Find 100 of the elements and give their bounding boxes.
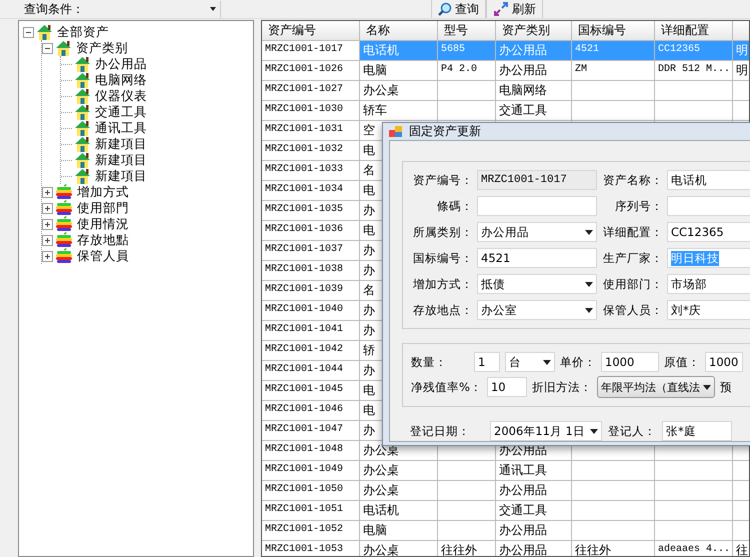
input-field[interactable] — [477, 196, 597, 216]
expand-icon[interactable] — [42, 218, 53, 230]
tree-item[interactable]: 资产类别 — [74, 40, 128, 56]
search-icon — [438, 2, 452, 16]
input-field[interactable]: 电话机 — [667, 170, 750, 190]
tree-item[interactable]: 仪器仪表 — [93, 88, 147, 104]
caret-icon — [585, 282, 593, 286]
diagonal-arrows-icon — [493, 1, 509, 17]
input-field[interactable]: 1 — [474, 352, 500, 372]
table-cell[interactable]: 往往外 — [438, 541, 496, 556]
field-label: 预 — [720, 380, 732, 394]
column-header[interactable]: 资产编号 — [262, 21, 360, 40]
search-button[interactable]: 查询 — [431, 0, 486, 18]
caret-icon — [210, 7, 216, 11]
field-label: 條碼： — [436, 198, 473, 214]
table-cell[interactable]: 通讯工具 — [496, 461, 572, 480]
date-picker[interactable]: 2006年11月 1日 — [490, 421, 602, 441]
column-header[interactable]: 名称 — [360, 21, 438, 40]
tree-item[interactable]: 电脑网络 — [93, 72, 147, 88]
field-label: 登记日期： — [410, 424, 471, 438]
column-header[interactable]: 型号 — [438, 21, 496, 40]
collapse-icon[interactable] — [23, 26, 34, 38]
field-label: 资产名称： — [602, 172, 663, 188]
input-field[interactable]: 10 — [486, 377, 527, 397]
caret-icon — [590, 428, 598, 434]
field-label: 保管人员： — [602, 302, 663, 318]
house-icon — [55, 40, 72, 56]
field-label: 使用部门： — [602, 276, 663, 292]
table-cell[interactable]: 轿车 — [360, 101, 438, 120]
expand-icon[interactable] — [42, 234, 53, 246]
table-cell[interactable]: 往 — [733, 541, 749, 556]
field-label: 详细配置： — [602, 224, 663, 240]
house-icon — [74, 136, 91, 152]
house-icon — [74, 72, 91, 88]
query-combobox[interactable]: 查询条件： — [0, 0, 221, 18]
house-icon — [36, 24, 53, 40]
input-field[interactable]: 刘*庆 — [667, 300, 750, 320]
dropdown-field[interactable]: 年限平均法（直线法 — [596, 376, 715, 398]
tree-item[interactable]: 新建項目 — [93, 136, 147, 152]
caret-icon — [585, 230, 593, 234]
table-cell[interactable]: 往往外 — [572, 541, 655, 556]
field-label: 国标编号： — [412, 250, 473, 266]
input-field[interactable]: 1000 — [601, 352, 659, 372]
caret-icon — [585, 308, 593, 312]
asset-id-field[interactable]: MRZC1001-1017 — [477, 170, 597, 190]
field-label: 序列号： — [614, 198, 663, 214]
stacked-fruit-icon — [55, 248, 73, 264]
input-field[interactable] — [667, 196, 750, 216]
input-field[interactable]: CC12365 — [667, 222, 750, 242]
tree-item[interactable]: 新建項目 — [93, 168, 147, 184]
field-label: 原值： — [664, 354, 700, 370]
collapse-icon[interactable] — [42, 42, 53, 54]
stacked-fruit-icon — [55, 216, 73, 232]
tree-item[interactable]: 通讯工具 — [93, 120, 147, 136]
tree-item[interactable]: 办公用品 — [93, 56, 147, 72]
field-label: 资产编号： — [412, 172, 473, 188]
column-header[interactable]: 详细配置 — [655, 21, 733, 40]
house-icon — [74, 168, 91, 184]
table-cell[interactable]: ZM — [572, 61, 655, 80]
tree-item[interactable]: 交通工具 — [93, 104, 147, 120]
house-icon — [74, 120, 91, 136]
stacked-fruit-icon — [55, 200, 73, 216]
table-cell[interactable]: 交通工具 — [496, 101, 572, 120]
field-label: 净残值率%： — [411, 380, 482, 394]
house-icon — [74, 56, 91, 72]
field-label: 登记人： — [608, 424, 656, 438]
expand-icon[interactable] — [42, 186, 53, 198]
expand-icon[interactable] — [42, 202, 53, 214]
field-label: 生产厂家： — [602, 250, 663, 266]
input-field[interactable]: 1000 — [705, 352, 743, 372]
dropdown-field[interactable]: 台 — [505, 352, 555, 372]
tree-item[interactable]: 增加方式 — [75, 184, 129, 200]
house-icon — [74, 152, 91, 168]
input-field[interactable]: 张*庭 — [662, 421, 732, 441]
tree-item[interactable]: 保管人員 — [75, 248, 129, 264]
house-icon — [74, 88, 91, 104]
field-label: 所属类别： — [412, 224, 473, 240]
stacked-fruit-icon — [55, 184, 73, 200]
field-label: 存放地点： — [412, 302, 473, 318]
expand-icon[interactable] — [42, 250, 53, 262]
column-header[interactable]: 国标编号 — [572, 21, 655, 40]
field-label: 数量： — [411, 354, 448, 370]
input-field[interactable]: 市场部 — [667, 274, 750, 294]
tree-item[interactable]: 使用部門 — [75, 200, 129, 216]
field-label: 折旧方法： — [532, 380, 592, 394]
window-title: 固定资产更新 — [409, 123, 481, 140]
tree-item[interactable]: 使用情況 — [75, 216, 129, 232]
stacked-fruit-icon — [55, 232, 73, 248]
tree-item[interactable]: 存放地點 — [75, 232, 129, 248]
tree-item[interactable]: 全部资产 — [55, 24, 109, 40]
tree-item[interactable]: 新建項目 — [93, 152, 147, 168]
input-field[interactable]: 4521 — [477, 248, 597, 268]
house-icon — [74, 104, 91, 120]
dropdown-field[interactable]: 办公用品 — [477, 222, 597, 242]
field-label: 单价： — [560, 354, 596, 370]
dropdown-field[interactable]: 办公室 — [477, 300, 597, 320]
column-header[interactable]: 资产类别 — [496, 21, 572, 40]
refresh-button[interactable]: 刷新 — [486, 0, 543, 18]
dropdown-field[interactable]: 抵债 — [477, 274, 597, 294]
table-cell[interactable]: 交通工具 — [496, 501, 572, 520]
